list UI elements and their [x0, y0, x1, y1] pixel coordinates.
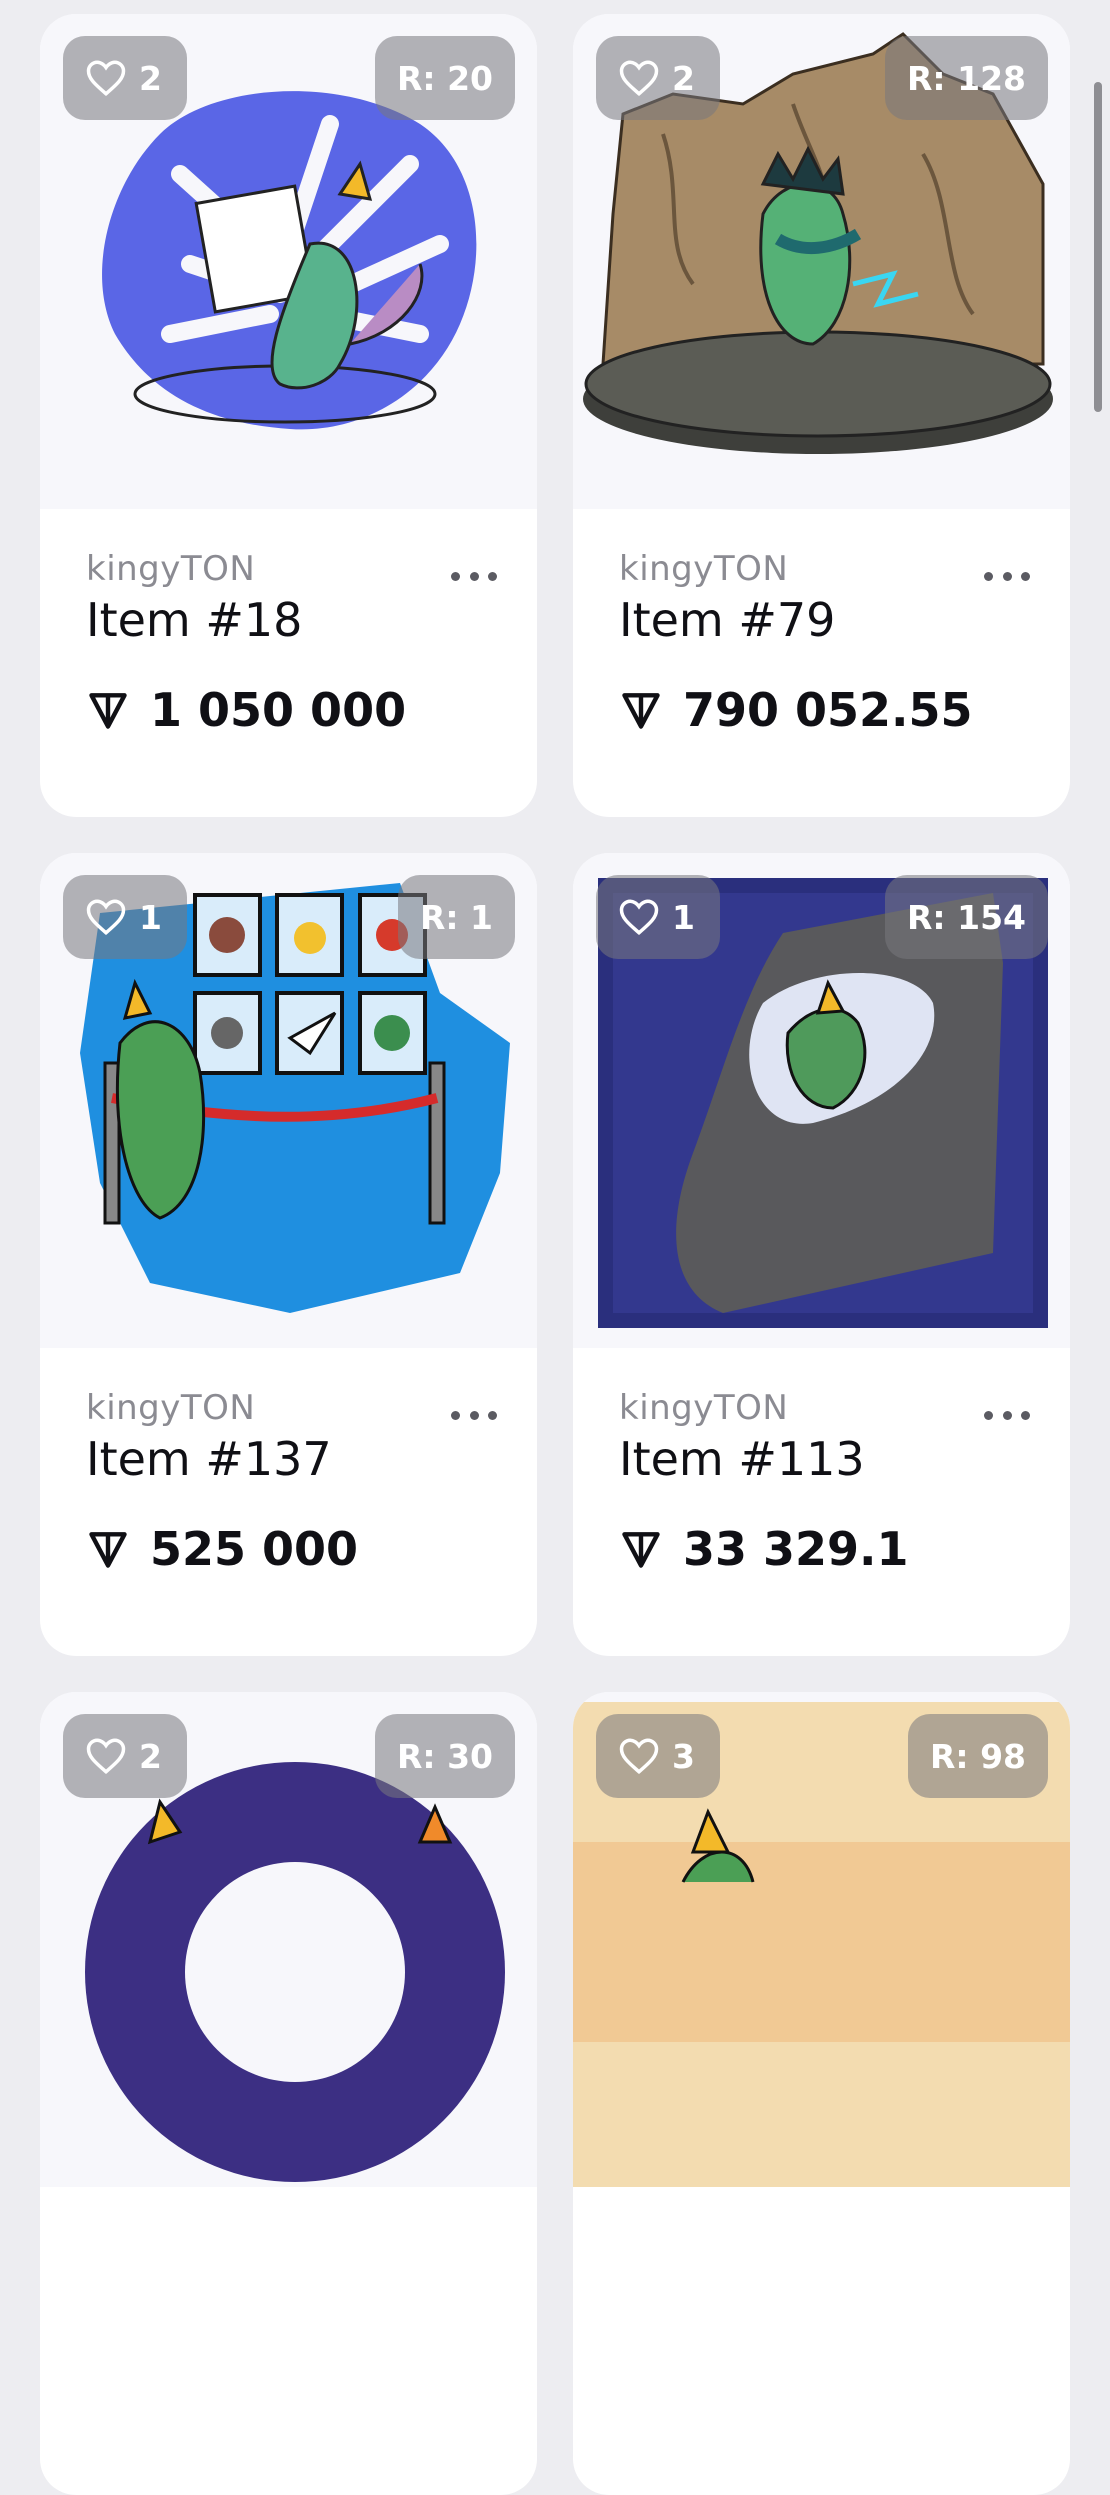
likes-badge[interactable]: 1 — [596, 875, 720, 959]
card-info: kingyTON Item #79 790 052.55 — [619, 549, 1030, 737]
nft-card[interactable]: 2 R: 30 — [40, 1692, 537, 2495]
nft-card[interactable]: 2 R: 128 kingyTON Item #79 790 052.55 — [573, 14, 1070, 817]
ton-icon — [622, 693, 660, 729]
rarity-badge: R: 20 — [374, 36, 515, 120]
likes-badge[interactable]: 3 — [596, 1714, 720, 1798]
collection-name[interactable]: kingyTON — [619, 1388, 1030, 1428]
price: 33 329.1 — [683, 1522, 909, 1576]
collection-name[interactable]: kingyTON — [86, 1388, 497, 1428]
collection-name[interactable]: kingyTON — [86, 549, 497, 589]
rarity-badge: R: 30 — [374, 1714, 515, 1798]
likes-count: 1 — [139, 897, 162, 937]
card-info: kingyTON Item #137 525 000 — [86, 1388, 497, 1576]
heart-icon — [619, 1738, 659, 1775]
ton-icon — [622, 1532, 660, 1568]
likes-badge[interactable]: 1 — [63, 875, 187, 959]
collection-name[interactable]: kingyTON — [619, 549, 1030, 589]
likes-count: 2 — [672, 58, 695, 98]
heart-icon — [86, 60, 126, 97]
likes-badge[interactable]: 2 — [596, 36, 720, 120]
item-title[interactable]: Item #79 — [619, 593, 1030, 647]
rarity-badge: R: 154 — [885, 875, 1048, 959]
more-horizontal-icon[interactable] — [451, 1408, 497, 1422]
item-title[interactable]: Item #113 — [619, 1432, 1030, 1486]
likes-count: 3 — [672, 1736, 695, 1776]
heart-icon — [619, 899, 659, 936]
item-title[interactable]: Item #137 — [86, 1432, 497, 1486]
item-title[interactable]: Item #18 — [86, 593, 497, 647]
rarity-badge: R: 128 — [885, 36, 1048, 120]
likes-count: 1 — [672, 897, 695, 937]
nft-card[interactable]: 3 R: 98 — [573, 1692, 1070, 2495]
more-horizontal-icon[interactable] — [984, 569, 1030, 583]
heart-icon — [619, 60, 659, 97]
price: 525 000 — [150, 1522, 359, 1576]
nft-card[interactable]: 1 R: 154 kingyTON Item #113 33 329.1 — [573, 853, 1070, 1656]
price-row: 1 050 000 — [86, 683, 497, 737]
price-row: 790 052.55 — [619, 683, 1030, 737]
card-info: kingyTON Item #113 33 329.1 — [619, 1388, 1030, 1576]
price: 1 050 000 — [150, 683, 407, 737]
heart-icon — [86, 899, 126, 936]
likes-badge[interactable]: 2 — [63, 36, 187, 120]
likes-badge[interactable]: 2 — [63, 1714, 187, 1798]
ton-icon — [89, 1532, 127, 1568]
price-row: 33 329.1 — [619, 1522, 1030, 1576]
nft-card[interactable]: 2 R: 20 kingyTON Item #18 1 050 000 — [40, 14, 537, 817]
heart-icon — [86, 1738, 126, 1775]
more-horizontal-icon[interactable] — [451, 569, 497, 583]
likes-count: 2 — [139, 58, 162, 98]
ton-icon — [89, 693, 127, 729]
more-horizontal-icon[interactable] — [984, 1408, 1030, 1422]
likes-count: 2 — [139, 1736, 162, 1776]
scrollbar[interactable] — [1094, 82, 1102, 412]
rarity-badge: R: 98 — [907, 1714, 1048, 1798]
price-row: 525 000 — [86, 1522, 497, 1576]
price: 790 052.55 — [683, 683, 973, 737]
nft-card[interactable]: 1 R: 1 kingyTON Item #137 525 000 — [40, 853, 537, 1656]
rarity-badge: R: 1 — [397, 875, 515, 959]
card-info: kingyTON Item #18 1 050 000 — [86, 549, 497, 737]
